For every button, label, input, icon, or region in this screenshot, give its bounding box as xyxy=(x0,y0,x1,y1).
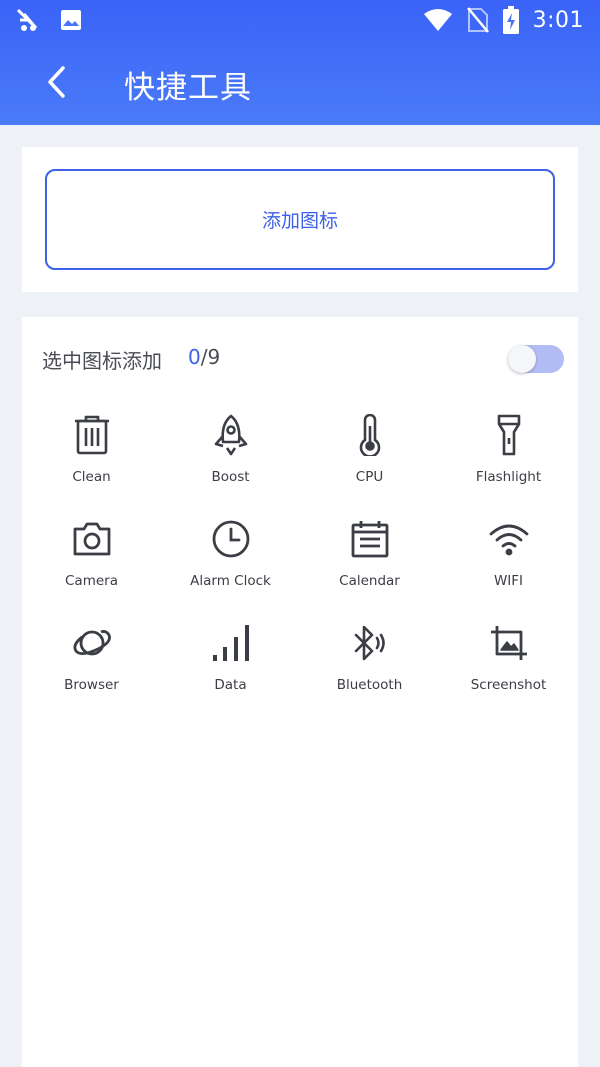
tool-cpu[interactable]: CPU xyxy=(300,413,439,503)
tool-label: Flashlight xyxy=(475,469,542,485)
tool-data[interactable]: Data xyxy=(161,621,300,711)
selection-header: 选中图标添加 0/9 xyxy=(42,345,564,375)
tool-boost[interactable]: Boost xyxy=(161,413,300,503)
app-header: 3:01 快捷工具 xyxy=(0,0,600,125)
tool-label: Bluetooth xyxy=(336,677,403,693)
toggle-knob xyxy=(508,345,536,373)
tool-label: Calendar xyxy=(339,573,400,589)
tool-camera[interactable]: Camera xyxy=(22,517,161,607)
selection-count: 0/9 xyxy=(188,345,221,369)
app-notification-icon xyxy=(16,8,42,32)
tool-label: Camera xyxy=(65,573,118,589)
signal-bars-icon xyxy=(209,621,253,665)
bluetooth-icon xyxy=(348,621,392,665)
battery-charging-icon xyxy=(502,6,519,34)
selection-label: 选中图标添加 xyxy=(42,349,162,373)
tool-label: Clean xyxy=(72,469,111,485)
tool-browser[interactable]: Browser xyxy=(22,621,161,711)
add-icon-card: 添加图标 xyxy=(22,147,578,292)
flashlight-icon xyxy=(487,413,531,457)
tool-clean[interactable]: Clean xyxy=(22,413,161,503)
tool-bluetooth[interactable]: Bluetooth xyxy=(300,621,439,711)
status-bar: 3:01 xyxy=(0,0,600,42)
planet-icon xyxy=(70,621,114,665)
tool-calendar[interactable]: Calendar xyxy=(300,517,439,607)
clock-icon xyxy=(209,517,253,561)
rocket-icon xyxy=(209,413,253,457)
thermometer-icon xyxy=(348,413,392,457)
trash-icon xyxy=(70,413,114,457)
tool-label: CPU xyxy=(355,469,384,485)
calendar-icon xyxy=(348,517,392,561)
tool-label: Boost xyxy=(211,469,250,485)
tool-label: Browser xyxy=(64,677,119,693)
status-time: 3:01 xyxy=(532,7,584,33)
tool-flashlight[interactable]: Flashlight xyxy=(439,413,578,503)
chevron-left-icon xyxy=(48,66,65,98)
tool-label: Screenshot xyxy=(470,677,547,693)
image-notification-icon xyxy=(60,9,82,31)
page-title: 快捷工具 xyxy=(124,70,252,106)
tool-alarm-clock[interactable]: Alarm Clock xyxy=(161,517,300,607)
wifi-icon xyxy=(487,517,531,561)
camera-icon xyxy=(70,517,114,561)
add-icon-button[interactable]: 添加图标 xyxy=(45,169,555,270)
selection-toggle[interactable] xyxy=(508,345,564,373)
wifi-status-icon xyxy=(423,8,453,32)
tool-selection-card: 选中图标添加 0/9 Clean Boost CPU Flashlight Ca… xyxy=(22,317,578,1067)
tool-label: WIFI xyxy=(493,573,524,589)
back-button[interactable] xyxy=(40,64,72,100)
no-sim-icon xyxy=(466,7,489,33)
screenshot-icon xyxy=(487,621,531,665)
tool-label: Alarm Clock xyxy=(190,573,271,589)
tool-screenshot[interactable]: Screenshot xyxy=(439,621,578,711)
tool-wifi[interactable]: WIFI xyxy=(439,517,578,607)
tool-label: Data xyxy=(214,677,247,693)
